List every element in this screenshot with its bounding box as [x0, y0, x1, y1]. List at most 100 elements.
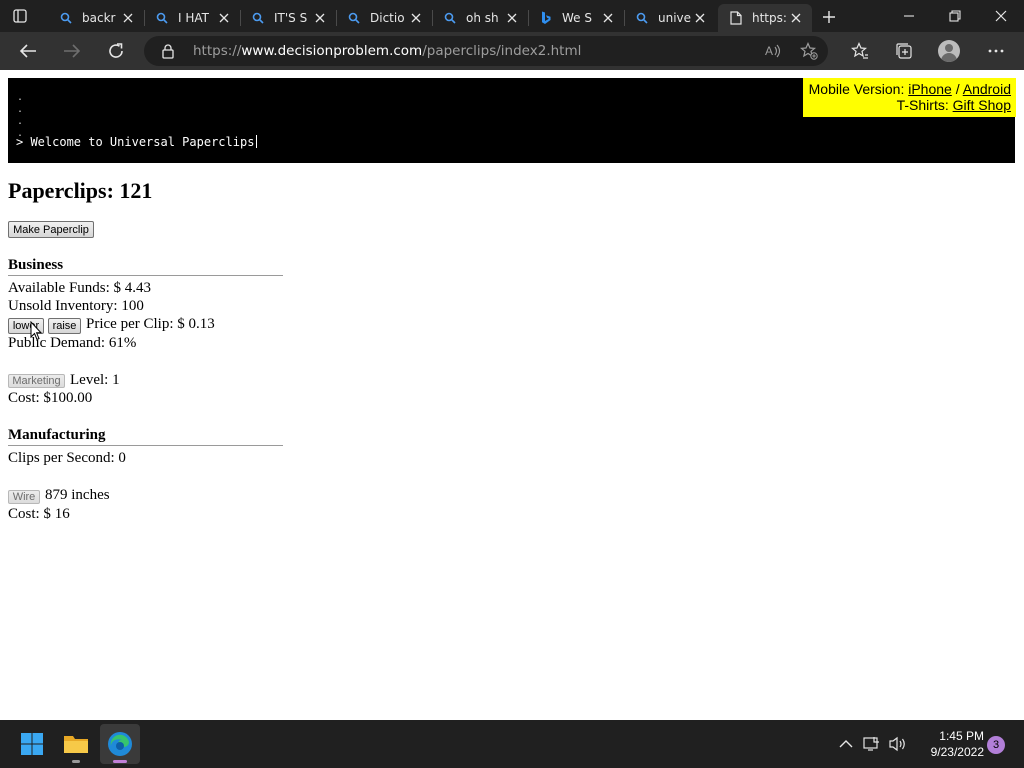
- read-aloud-icon[interactable]: A: [763, 41, 783, 61]
- page-content: .... > Welcome to Universal Paperclips M…: [0, 70, 1024, 720]
- manufacturing-heading: Manufacturing: [8, 427, 283, 446]
- bing-icon: [538, 10, 554, 26]
- minimize-button[interactable]: [886, 0, 932, 32]
- taskbar: 1:45 PM 9/23/2022: [0, 720, 1024, 768]
- refresh-button[interactable]: [102, 37, 130, 65]
- search-icon: [250, 10, 266, 26]
- clips-per-second: Clips per Second: 0: [8, 450, 126, 466]
- file-explorer-button[interactable]: [56, 724, 96, 764]
- tab-4-label: Dictio: [370, 11, 405, 25]
- mobile-version-label: Mobile Version:: [808, 81, 905, 97]
- close-icon[interactable]: [600, 10, 616, 26]
- tab-8-active[interactable]: https:: [718, 4, 812, 32]
- tab-3[interactable]: IT'S S: [240, 4, 336, 32]
- start-button[interactable]: [12, 724, 52, 764]
- tab-8-label: https:: [752, 11, 787, 25]
- search-icon: [58, 10, 74, 26]
- mouse-pointer-icon: [30, 321, 42, 341]
- minimize-icon: [904, 15, 914, 17]
- marketing-button[interactable]: Marketing: [8, 374, 65, 388]
- forward-arrow-icon: [64, 44, 81, 58]
- console-message: > Welcome to Universal Paperclips: [16, 135, 258, 149]
- forward-button[interactable]: [58, 37, 86, 65]
- clock-date: 9/23/2022: [930, 745, 984, 759]
- folder-icon: [64, 736, 88, 753]
- tab-5[interactable]: oh sh: [432, 4, 528, 32]
- gift-shop-link[interactable]: Gift Shop: [953, 97, 1011, 113]
- close-icon[interactable]: [692, 10, 708, 26]
- svg-text:A: A: [765, 44, 773, 58]
- page-icon: [728, 10, 744, 26]
- public-demand: Public Demand: 61%: [8, 335, 137, 351]
- more-icon: [988, 49, 1004, 53]
- add-favorite-icon[interactable]: [799, 41, 819, 61]
- wire-cost: Cost: $ 16: [8, 506, 70, 522]
- tab-1[interactable]: backr: [48, 4, 144, 32]
- search-icon: [154, 10, 170, 26]
- refresh-icon: [109, 43, 123, 58]
- new-tab-button[interactable]: [818, 6, 840, 28]
- marketing-cost: Cost: $100.00: [8, 390, 93, 406]
- profile-avatar[interactable]: [938, 40, 960, 62]
- edge-taskbar-button[interactable]: [100, 724, 140, 764]
- text-cursor: [256, 135, 258, 148]
- close-icon[interactable]: [312, 10, 328, 26]
- notification-badge[interactable]: 3: [987, 736, 1005, 754]
- close-icon[interactable]: [504, 10, 520, 26]
- tab-actions-icon[interactable]: [12, 8, 28, 24]
- browser-toolbar: https://www.decisionproblem.com/papercli…: [0, 32, 1024, 70]
- network-icon[interactable]: [862, 734, 882, 754]
- plus-icon: [823, 11, 835, 23]
- restore-button[interactable]: [932, 0, 978, 32]
- paperclip-count: Paperclips: 121: [8, 178, 153, 203]
- lock-icon[interactable]: [160, 43, 176, 59]
- search-icon: [634, 10, 650, 26]
- tab-6[interactable]: We S: [528, 4, 624, 32]
- collections-button[interactable]: [890, 37, 918, 65]
- tab-5-label: oh sh: [466, 11, 499, 25]
- settings-menu-button[interactable]: [982, 37, 1010, 65]
- tab-1-label: backr: [82, 11, 116, 25]
- raise-price-button[interactable]: raise: [48, 318, 81, 334]
- tshirts-label: T-Shirts:: [896, 97, 949, 113]
- iphone-link[interactable]: iPhone: [908, 81, 952, 97]
- tab-strip: backr I HAT IT'S S Dictio oh sh We S uni…: [0, 0, 1024, 32]
- chevron-up-icon[interactable]: [836, 734, 856, 754]
- close-icon[interactable]: [216, 10, 232, 26]
- system-clock[interactable]: 1:45 PM 9/23/2022: [912, 728, 984, 760]
- tab-6-label: We S: [562, 11, 592, 25]
- close-icon: [995, 10, 1007, 22]
- wire-amount: 879 inches: [45, 487, 110, 503]
- close-icon[interactable]: [120, 10, 136, 26]
- unsold-inventory: Unsold Inventory: 100: [8, 298, 144, 314]
- tab-4[interactable]: Dictio: [336, 4, 432, 32]
- back-arrow-icon: [19, 44, 36, 58]
- wire-button[interactable]: Wire: [8, 490, 40, 504]
- windows-icon: [21, 733, 43, 755]
- favorites-button[interactable]: [846, 37, 874, 65]
- tab-7-label: unive: [658, 11, 692, 25]
- make-paperclip-button[interactable]: Make Paperclip: [8, 221, 94, 238]
- edge-icon: [108, 732, 132, 756]
- restore-icon: [949, 10, 961, 22]
- marketing-level: Level: 1: [70, 372, 120, 388]
- tab-7[interactable]: unive: [624, 4, 716, 32]
- tab-2[interactable]: I HAT: [144, 4, 240, 32]
- close-icon[interactable]: [788, 10, 804, 26]
- collections-icon: [896, 43, 912, 59]
- tab-3-label: IT'S S: [274, 11, 308, 25]
- clock-time: 1:45 PM: [939, 729, 984, 743]
- tab-2-label: I HAT: [178, 11, 209, 25]
- android-link[interactable]: Android: [963, 81, 1011, 97]
- close-window-button[interactable]: [978, 0, 1024, 32]
- close-icon[interactable]: [408, 10, 424, 26]
- console-history-dots: ....: [17, 92, 24, 139]
- search-icon: [346, 10, 362, 26]
- address-bar[interactable]: https://www.decisionproblem.com/papercli…: [144, 36, 828, 66]
- price-per-clip: Price per Clip: $ 0.13: [86, 316, 215, 332]
- back-button[interactable]: [14, 37, 42, 65]
- url-text[interactable]: https://www.decisionproblem.com/papercli…: [193, 43, 581, 59]
- volume-icon[interactable]: [888, 734, 908, 754]
- favorites-icon: [851, 42, 868, 59]
- business-heading: Business: [8, 257, 283, 276]
